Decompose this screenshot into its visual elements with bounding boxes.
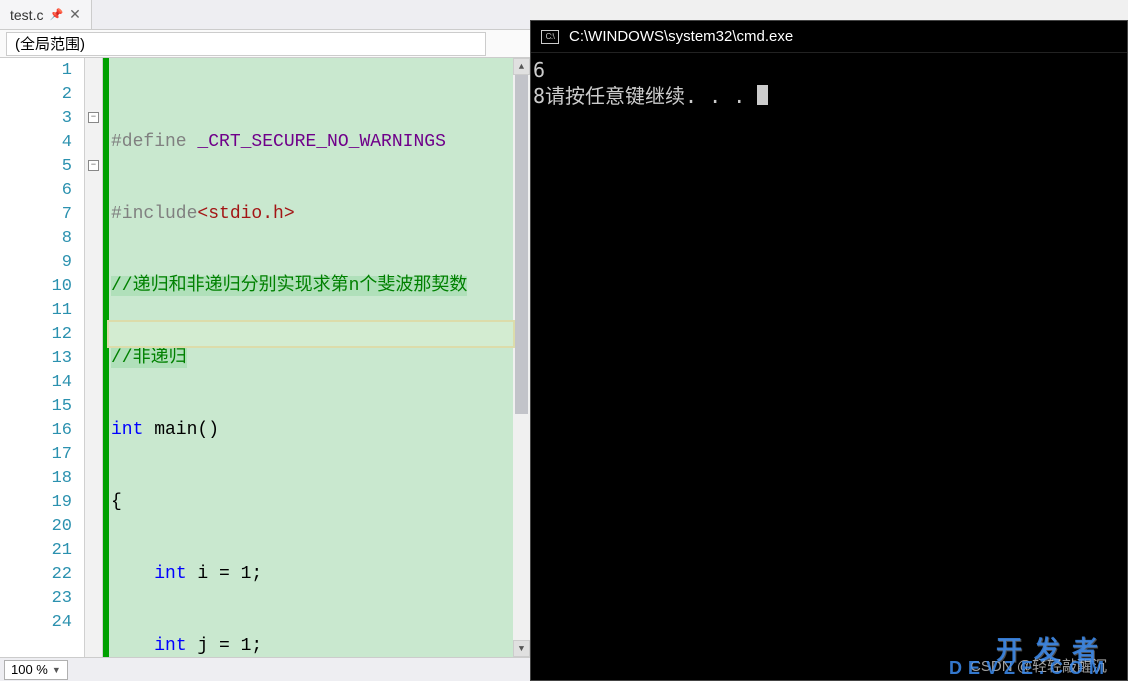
zoom-dropdown[interactable]: 100 % ▼ [4,660,68,680]
cmd-title-bar[interactable]: C:\ C:\WINDOWS\system32\cmd.exe [531,21,1127,53]
scope-label: (全局范围) [15,33,85,54]
vertical-scrollbar[interactable]: ▲ ▼ [513,58,530,657]
code-text[interactable]: #define _CRT_SECURE_NO_WARNINGS #include… [109,58,513,657]
scroll-track[interactable] [513,75,530,640]
cursor [757,85,768,105]
code-area[interactable]: 12 34 56 78 910 1112 1314 1516 1718 1920… [0,58,530,657]
tab-filename: test.c [10,7,43,23]
scroll-up-icon[interactable]: ▲ [513,58,530,75]
scroll-down-icon[interactable]: ▼ [513,640,530,657]
pin-icon[interactable]: 📌 [49,8,63,21]
tab-bar: test.c 📌 ✕ [0,0,530,30]
cmd-title-text: C:\WINDOWS\system32\cmd.exe [569,28,793,45]
cmd-footer: CSDN @轻轻敲醒沉 [531,650,1127,680]
csdn-watermark: CSDN @轻轻敲醒沉 [970,655,1107,676]
fold-toggle[interactable]: − [88,160,99,171]
cmd-output[interactable]: 6 8请按任意键继续. . . [531,53,1127,650]
current-line-highlight [109,322,513,346]
chevron-down-icon: ▼ [52,665,61,675]
cmd-window: C:\ C:\WINDOWS\system32\cmd.exe 6 8请按任意键… [530,20,1128,681]
status-bar: 100 % ▼ [0,657,530,681]
code-editor-pane: test.c 📌 ✕ (全局范围) 12 34 56 78 910 1112 1… [0,0,530,681]
fold-column: − − [85,58,103,657]
scope-dropdown[interactable]: (全局范围) [6,32,486,56]
scope-bar: (全局范围) [0,30,530,58]
zoom-level: 100 % [11,662,48,677]
cmd-icon: C:\ [541,30,559,44]
scroll-thumb[interactable] [515,75,528,414]
line-number-gutter: 12 34 56 78 910 1112 1314 1516 1718 1920… [0,58,85,657]
fold-toggle[interactable]: − [88,112,99,123]
tab-test-c[interactable]: test.c 📌 ✕ [0,0,92,29]
close-icon[interactable]: ✕ [69,6,81,23]
